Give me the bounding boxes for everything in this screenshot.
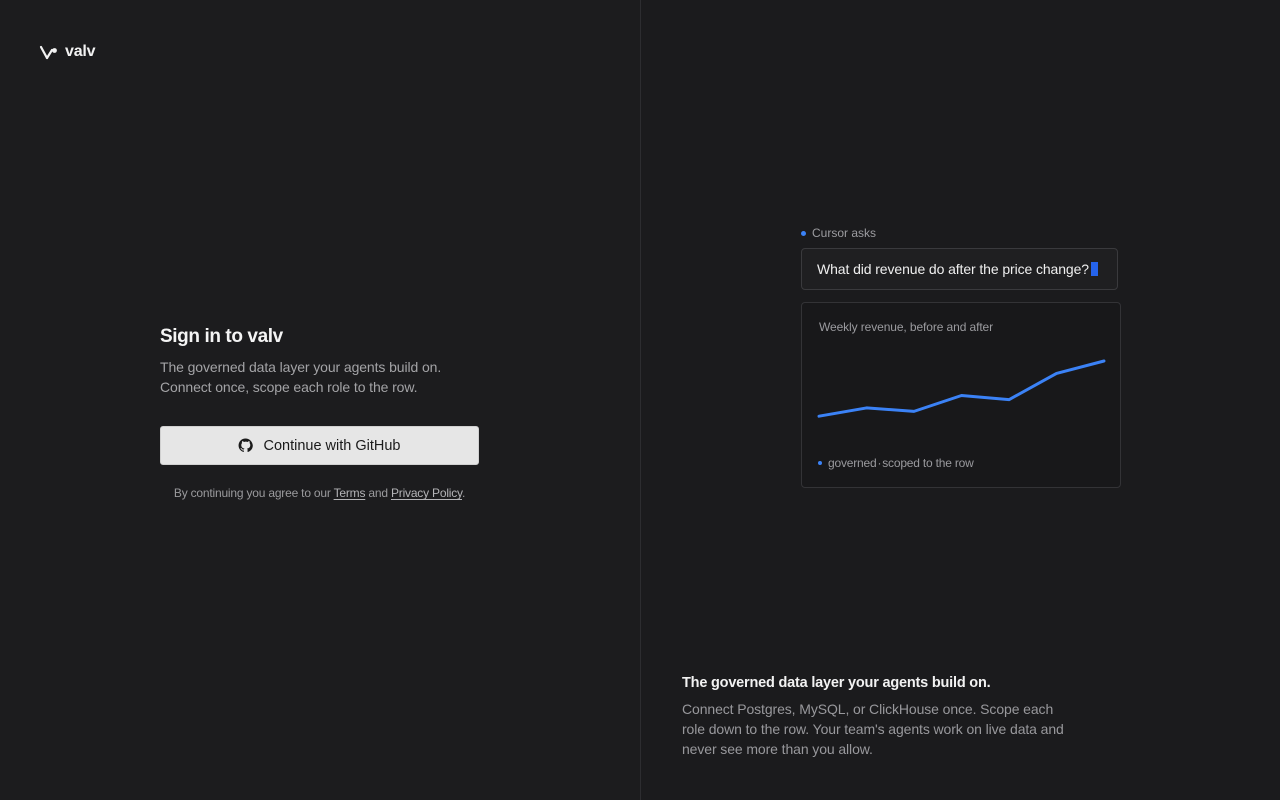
demo-question-box: What did revenue do after the price chan… — [801, 248, 1118, 290]
marketing-pane: Cursor asks What did revenue do after th… — [640, 0, 1280, 800]
legal-notice: By continuing you agree to our Terms and… — [160, 486, 479, 500]
brand-name: valv — [65, 43, 96, 60]
revenue-series-line — [817, 359, 1106, 418]
demo-chart-card: Weekly revenue, before and after governe… — [801, 302, 1121, 488]
demo-question-text: What did revenue do after the price chan… — [817, 261, 1089, 277]
footer-governed: governed — [828, 456, 877, 470]
subtitle-line-2: Connect once, scope each role to the row… — [160, 379, 418, 395]
signin-form: Sign in to valv The governed data layer … — [160, 326, 480, 500]
chart-footer: governed · scoped to the row — [818, 456, 974, 470]
footer-separator: · — [877, 456, 882, 470]
privacy-policy-link[interactable]: Privacy Policy — [391, 486, 462, 500]
github-icon — [239, 438, 254, 452]
tagline-title: The governed data layer your agents buil… — [682, 675, 991, 691]
text-caret — [1091, 262, 1098, 276]
signin-subtitle: The governed data layer your agents buil… — [160, 357, 480, 397]
terms-link[interactable]: Terms — [334, 486, 366, 500]
continue-with-github-button[interactable]: Continue with GitHub — [160, 426, 479, 465]
status-dot-icon — [801, 230, 806, 236]
brand-logo[interactable]: valv — [39, 43, 96, 61]
subtitle-line-1: The governed data layer your agents buil… — [160, 359, 442, 375]
footer-dot-icon — [818, 461, 822, 465]
asker-name: Cursor asks — [812, 226, 877, 240]
asker-label: Cursor asks — [801, 226, 876, 240]
github-button-label: Continue with GitHub — [263, 437, 401, 454]
legal-and: and — [368, 486, 388, 500]
signin-page: valv Sign in to valv The governed data l… — [0, 0, 1280, 800]
tagline: The governed data layer your agents buil… — [682, 675, 1072, 759]
footer-scoped: scoped to the row — [882, 456, 974, 470]
tagline-body: Connect Postgres, MySQL, or ClickHouse o… — [682, 701, 1064, 757]
page-title: Sign in to valv — [160, 326, 283, 347]
legal-suffix: . — [461, 486, 466, 500]
legal-prefix: By continuing you agree to our — [173, 486, 331, 500]
signin-pane: valv Sign in to valv The governed data l… — [0, 0, 640, 800]
valv-logo-icon — [39, 45, 57, 59]
